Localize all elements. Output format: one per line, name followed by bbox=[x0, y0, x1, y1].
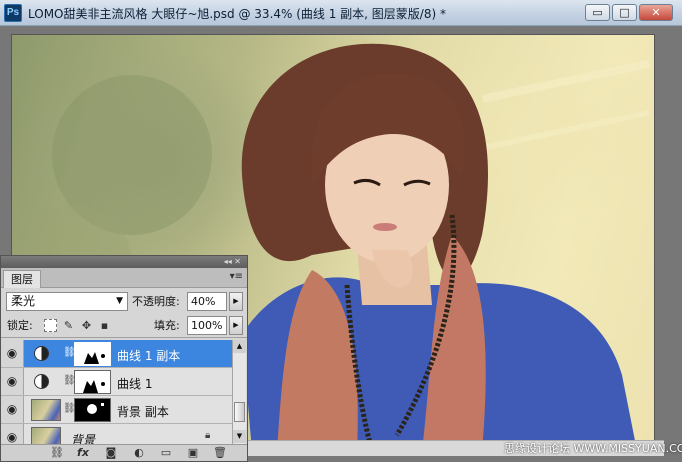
panel-tab-row: 图层 ▾≡ bbox=[1, 268, 247, 288]
watermark-text: 思缘设计论坛 WWW.MISSYUAN.COM bbox=[504, 442, 682, 455]
layer-mask-thumbnail[interactable] bbox=[74, 398, 111, 422]
maximize-button[interactable]: □ bbox=[612, 4, 637, 21]
blend-mode-select[interactable]: 柔光 ▼ bbox=[6, 292, 128, 311]
layer-row-curves-1[interactable]: ◉ ⛓ 曲线 1 bbox=[1, 368, 232, 396]
lock-label: 锁定: bbox=[7, 319, 33, 332]
lock-position-icon[interactable]: ✥ bbox=[80, 319, 93, 332]
scroll-up-icon[interactable]: ▲ bbox=[233, 340, 246, 353]
new-layer-icon[interactable]: ▣ bbox=[185, 446, 201, 460]
eye-icon[interactable]: ◉ bbox=[1, 424, 24, 444]
panel-menu-icon[interactable]: ▾≡ bbox=[230, 271, 243, 282]
layer-name[interactable]: 曲线 1 bbox=[117, 375, 152, 392]
layer-row-background-copy[interactable]: ◉ ⛓ 背景 副本 bbox=[1, 396, 232, 424]
eye-icon[interactable]: ◉ bbox=[1, 340, 24, 367]
layer-thumbnail[interactable] bbox=[31, 399, 61, 421]
layers-panel-footer: ⛓ fx ◙ ◐ ▭ ▣ 🗑︎ bbox=[1, 444, 247, 461]
curves-adjustment-icon bbox=[34, 374, 49, 389]
opacity-slider-button[interactable]: ▶ bbox=[229, 292, 243, 311]
minimize-button[interactable]: ▭ bbox=[585, 4, 610, 21]
add-mask-icon[interactable]: ◙ bbox=[103, 446, 119, 460]
layers-scrollbar[interactable]: ▲ ▼ bbox=[232, 340, 246, 444]
photoshop-icon[interactable]: Ps bbox=[4, 4, 22, 22]
layer-row-background[interactable]: ◉ 背景 🔒︎ bbox=[1, 424, 232, 444]
layer-thumbnail[interactable] bbox=[31, 427, 61, 444]
tab-layers[interactable]: 图层 bbox=[3, 270, 41, 288]
chevron-down-icon: ▼ bbox=[116, 296, 123, 306]
layers-panel: ◂◂ ✕ 图层 ▾≡ 柔光 ▼ 不透明度: 40% ▶ 锁定: ✎ ✥ ▪ 填充… bbox=[0, 255, 248, 462]
title-bar: Ps LOMO甜美非主流风格 大眼仔~旭.psd @ 33.4% (曲线 1 副… bbox=[0, 0, 682, 26]
layer-name[interactable]: 背景 bbox=[71, 431, 95, 444]
fx-icon[interactable]: fx bbox=[75, 446, 91, 460]
adjustment-layer-icon[interactable]: ◐ bbox=[131, 446, 147, 460]
layer-name[interactable]: 曲线 1 副本 bbox=[117, 347, 180, 364]
new-group-icon[interactable]: ▭ bbox=[158, 446, 174, 460]
layer-row-curves-1-copy[interactable]: ◉ ⛓ 曲线 1 副本 bbox=[1, 340, 232, 368]
lock-icon: 🔒︎ bbox=[205, 430, 211, 441]
eye-icon[interactable]: ◉ bbox=[1, 368, 24, 395]
close-button[interactable]: ✕ bbox=[639, 4, 673, 21]
lock-pixels-icon[interactable]: ✎ bbox=[62, 319, 75, 332]
document-title: LOMO甜美非主流风格 大眼仔~旭.psd @ 33.4% (曲线 1 副本, … bbox=[28, 7, 446, 21]
fill-input[interactable]: 100% bbox=[187, 316, 227, 335]
scroll-down-icon[interactable]: ▼ bbox=[233, 430, 246, 443]
blend-row: 柔光 ▼ 不透明度: 40% ▶ bbox=[1, 288, 247, 314]
trash-icon[interactable]: 🗑︎ bbox=[212, 446, 228, 460]
fill-label: 填充: bbox=[154, 319, 180, 332]
lock-transparency-icon[interactable] bbox=[44, 319, 57, 332]
fill-slider-button[interactable]: ▶ bbox=[229, 316, 243, 335]
link-layers-icon[interactable]: ⛓ bbox=[49, 446, 65, 460]
lock-row: 锁定: ✎ ✥ ▪ 填充: 100% ▶ bbox=[1, 314, 247, 338]
opacity-input[interactable]: 40% bbox=[187, 292, 227, 311]
eye-icon[interactable]: ◉ bbox=[1, 396, 24, 423]
blend-mode-value: 柔光 bbox=[11, 294, 36, 308]
layer-mask-thumbnail[interactable] bbox=[74, 370, 111, 394]
layers-list: ◉ ⛓ 曲线 1 副本 ◉ ⛓ 曲线 1 ◉ ⛓ 背景 副本 ◉ 背景 🔒︎ bbox=[1, 340, 232, 444]
layer-name[interactable]: 背景 副本 bbox=[117, 403, 169, 420]
lock-all-icon[interactable]: ▪ bbox=[98, 319, 111, 332]
opacity-label: 不透明度: bbox=[132, 295, 180, 308]
layer-mask-thumbnail[interactable] bbox=[74, 342, 111, 366]
curves-adjustment-icon bbox=[34, 346, 49, 361]
panel-collapse-bar[interactable]: ◂◂ ✕ bbox=[1, 256, 247, 268]
scrollbar-thumb[interactable] bbox=[234, 402, 245, 422]
